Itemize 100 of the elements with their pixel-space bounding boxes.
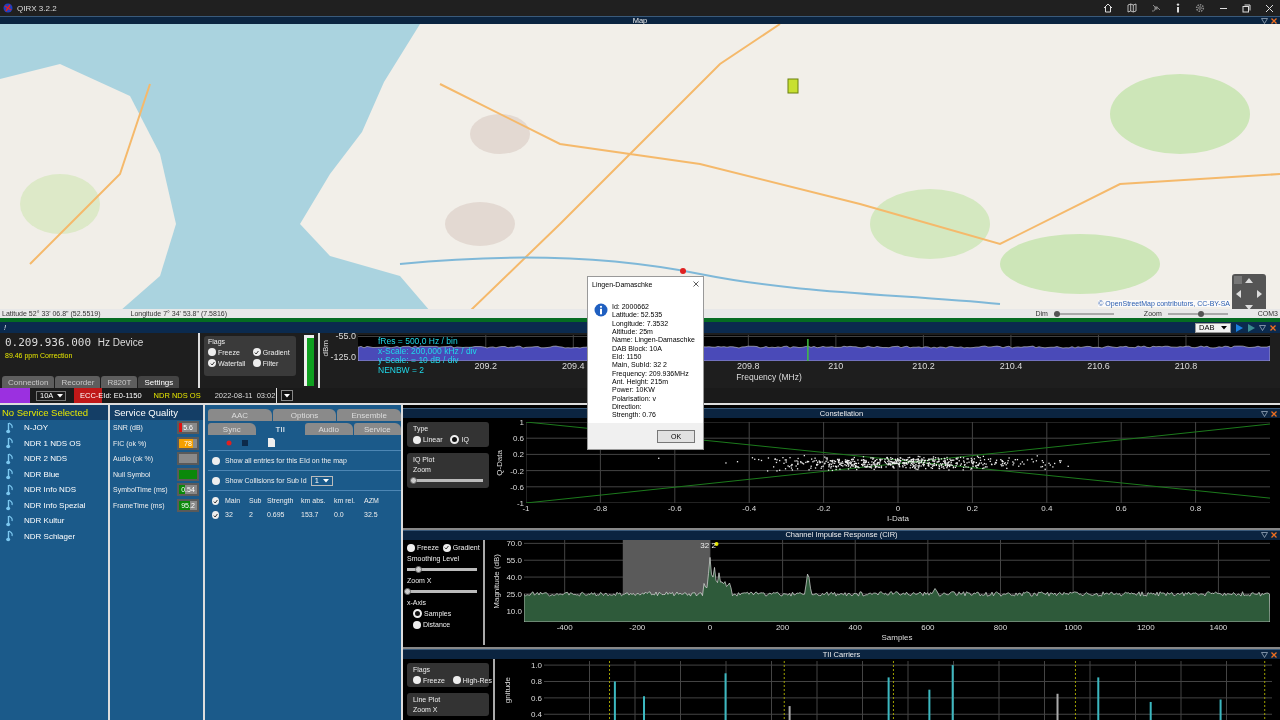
- axis-tick-label: 210.6: [1087, 362, 1110, 371]
- close-icon[interactable]: [693, 281, 699, 287]
- panel-title: Service Quality: [110, 405, 203, 420]
- axis-tick-label: 1.0: [530, 660, 542, 670]
- axis-tick-label: 600: [921, 623, 935, 632]
- slider-thumb[interactable]: [1053, 310, 1060, 317]
- axis-title: Frequency (MHz): [736, 372, 802, 382]
- close-icon[interactable]: [1271, 410, 1277, 417]
- slider[interactable]: [1053, 312, 1114, 315]
- caret-icon: [284, 393, 291, 398]
- carrier-bar: [1149, 701, 1152, 720]
- axis-tick-label: -0.2: [816, 503, 831, 513]
- slider[interactable]: [407, 567, 477, 571]
- check-icon: [213, 498, 218, 504]
- quality-bar: [177, 452, 199, 466]
- caret-icon: [1221, 325, 1227, 330]
- axis-tick-label: 209.4: [562, 362, 585, 371]
- axis-title: Magnitude (dB): [491, 553, 501, 609]
- scale-info-text: x-Scale: 200,000 kHz / div: [378, 346, 477, 356]
- service-item[interactable]: NDR Schlager: [0, 528, 108, 544]
- map-icon[interactable]: [1127, 3, 1137, 13]
- axis-tick-label: 1000: [1064, 623, 1083, 632]
- slider[interactable]: [413, 479, 483, 482]
- service-item[interactable]: N-JOY: [0, 420, 108, 436]
- slider-thumb[interactable]: [404, 587, 411, 595]
- axis-tick-label: 0: [895, 503, 901, 513]
- axis-tick-label: -125.0: [330, 352, 356, 362]
- window-title: QIRX 3.2.2: [17, 3, 57, 13]
- axis-tick-label: 210: [828, 362, 844, 371]
- service-item[interactable]: NDR Kultur: [0, 513, 108, 529]
- music-note-icon: [6, 468, 14, 481]
- dropdown-button[interactable]: [281, 390, 294, 401]
- axis-title: I-Data: [887, 513, 909, 524]
- caret-icon: [57, 393, 64, 398]
- slider-thumb[interactable]: [1197, 310, 1204, 317]
- home-icon[interactable]: [1103, 3, 1113, 13]
- row-checkbox[interactable]: [212, 497, 219, 505]
- axis-tick-label: 0.4: [530, 709, 542, 719]
- row-checkbox[interactable]: [212, 511, 219, 519]
- info-icon[interactable]: [1175, 3, 1181, 13]
- filter-icon[interactable]: [1261, 532, 1268, 539]
- info-icon: [594, 303, 608, 317]
- slider[interactable]: [1167, 312, 1228, 315]
- service-item[interactable]: NDR Blue: [0, 466, 108, 482]
- axis-tick-label: 210.4: [999, 362, 1023, 371]
- carrier-bar: [788, 706, 791, 720]
- marker-line: [1264, 661, 1266, 720]
- tab[interactable]: Settings: [138, 376, 180, 388]
- axis-tick-label: -0.2: [510, 466, 524, 476]
- axis-tick-label: 0.8: [530, 677, 542, 686]
- music-note-icon: [6, 452, 14, 465]
- service-item[interactable]: NDR Info NDS: [0, 482, 108, 498]
- service-item[interactable]: NDR 2 NDS: [0, 451, 108, 467]
- tab[interactable]: R820T: [101, 376, 138, 388]
- carrier-bar: [1056, 693, 1059, 720]
- peak-marker: [714, 541, 719, 546]
- close-icon[interactable]: [1271, 532, 1277, 539]
- map-navigation-control[interactable]: [1232, 274, 1266, 309]
- tab[interactable]: Recorder: [55, 376, 101, 388]
- peak-label: 32 2: [700, 540, 716, 550]
- close-icon[interactable]: [1271, 651, 1277, 658]
- axis-tick-label: 0.8: [1190, 503, 1202, 513]
- scale-info-text: fRes = 500,0 Hz / bin: [378, 337, 459, 347]
- axis-tick-label: 0.6: [530, 693, 542, 703]
- axis-tick-label: 0.2: [512, 449, 524, 459]
- axis-tick-label: 40.0: [506, 572, 522, 582]
- restore-icon[interactable]: [1242, 3, 1251, 13]
- music-note-icon: [6, 421, 14, 434]
- app-logo-icon: [3, 3, 13, 13]
- marker-line: [783, 661, 785, 720]
- filter-icon[interactable]: [1259, 324, 1266, 331]
- dot-icon[interactable]: [226, 439, 232, 446]
- axis-tick-label: 209.2: [474, 362, 498, 371]
- axis-tick-label: -200: [629, 623, 646, 632]
- service-item[interactable]: NDR 1 NDS OS: [0, 435, 108, 451]
- axis-title: Samples: [881, 633, 913, 643]
- axis-title: gnitude: [502, 677, 512, 704]
- axis-tick-label: 0.6: [1115, 503, 1127, 513]
- slider[interactable]: [407, 589, 477, 593]
- marker-line: [892, 661, 894, 720]
- settings-icon[interactable]: [1195, 3, 1205, 13]
- filter-icon[interactable]: [1261, 651, 1268, 658]
- music-note-icon: [6, 499, 14, 512]
- axis-tick-label: 1: [519, 417, 524, 427]
- slider-thumb[interactable]: [414, 565, 422, 573]
- axis-tick-label: 210.8: [1174, 362, 1198, 371]
- carrier-bar: [1219, 699, 1222, 720]
- slider-thumb[interactable]: [410, 477, 417, 484]
- axis-tick-label: 0: [707, 623, 713, 632]
- filter-icon[interactable]: [1261, 17, 1268, 24]
- axis-tick-label: 200: [775, 623, 790, 632]
- frequency-readout: 0.209.936.000 Hz Device: [4, 336, 145, 349]
- list-header: No Service Selected: [0, 405, 108, 420]
- music-note-icon: [6, 514, 14, 527]
- axis-title: dBm: [320, 339, 330, 357]
- tab[interactable]: Connection: [2, 376, 55, 388]
- service-item[interactable]: NDR Info Spezial: [0, 497, 108, 513]
- axis-tick-label: 400: [848, 623, 862, 632]
- close-icon[interactable]: [1271, 17, 1277, 24]
- filter-icon[interactable]: [1261, 410, 1268, 417]
